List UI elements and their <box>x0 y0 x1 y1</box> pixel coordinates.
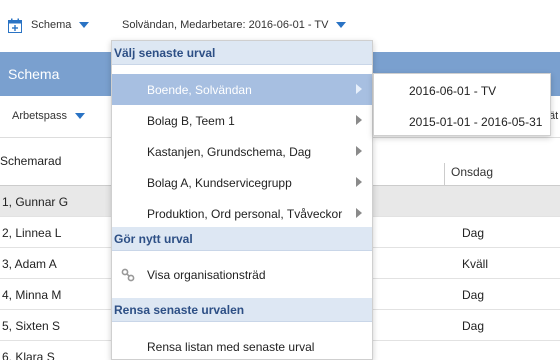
row-name: 3, Adam A <box>2 257 57 271</box>
row-name: 4, Minna M <box>2 288 62 302</box>
chevron-right-icon <box>356 84 362 94</box>
arbetspass-dropdown[interactable]: Arbetspass <box>12 110 86 122</box>
menu-item-label: Bolag B, Teem 1 <box>147 114 235 128</box>
column-divider <box>444 163 445 185</box>
row-name: 5, Sixten S <box>2 319 61 333</box>
row-onsdag: Kväll <box>462 257 489 271</box>
menu-item-recent[interactable]: Bolag B, Teem 1 <box>112 105 372 136</box>
chevron-down-icon <box>79 22 90 29</box>
date-submenu: 2016-06-01 - TV 2015-01-01 - 2016-05-31 <box>373 73 551 136</box>
selection-menu: Välj senaste urval Boende, Solvändan Bol… <box>111 40 373 360</box>
menu-item-recent[interactable]: Kastanjen, Grundschema, Dag <box>112 136 372 167</box>
row-name: 2, Linnea L <box>2 226 62 240</box>
schema-dropdown-label: Schema <box>31 19 72 31</box>
column-header-schemarad[interactable]: Schemarad <box>0 154 61 168</box>
column-header-onsdag[interactable]: Onsdag <box>451 165 493 179</box>
section-header-clear: Rensa senaste urvalen <box>112 298 372 322</box>
chevron-right-icon <box>356 146 362 156</box>
section-header-new: Gör nytt urval <box>112 227 372 251</box>
menu-item-label: Rensa listan med senaste urval <box>147 340 315 354</box>
link-icon <box>121 268 135 282</box>
arbetspass-label: Arbetspass <box>12 110 68 122</box>
menu-item-recent[interactable]: Bolag A, Kundservicegrupp <box>112 167 372 198</box>
submenu-item-label: 2016-06-01 - TV <box>409 84 497 98</box>
row-name: 6, Klara S <box>2 350 55 360</box>
row-onsdag: Dag <box>462 288 485 302</box>
menu-item-recent[interactable]: Boende, Solvändan <box>112 74 372 105</box>
menu-item-label: Kastanjen, Grundschema, Dag <box>147 145 312 159</box>
chevron-down-icon <box>336 22 347 29</box>
page-title: Schema <box>8 66 60 82</box>
menu-item-label: Visa organisationsträd <box>147 268 266 282</box>
submenu-item-label: 2015-01-01 - 2016-05-31 <box>409 115 543 129</box>
row-name: 1, Gunnar G <box>2 195 69 209</box>
show-org-tree-item[interactable]: Visa organisationsträd <box>112 259 372 290</box>
menu-item-label: Boende, Solvändan <box>147 83 252 97</box>
selection-dropdown-label: Solvändan, Medarbetare: 2016-06-01 - TV <box>122 19 329 31</box>
menu-item-label: Produktion, Ord personal, Tvåveckor <box>147 207 343 221</box>
submenu-item[interactable]: 2016-06-01 - TV <box>374 74 550 105</box>
row-onsdag: Dag <box>462 226 485 240</box>
schema-dropdown[interactable]: Schema <box>31 19 90 31</box>
chevron-right-icon <box>356 115 362 125</box>
section-header-recent: Välj senaste urval <box>112 41 372 65</box>
menu-item-recent[interactable]: Produktion, Ord personal, Tvåveckor <box>112 198 372 229</box>
chevron-down-icon <box>75 113 86 120</box>
chevron-right-icon <box>356 177 362 187</box>
submenu-item[interactable]: 2015-01-01 - 2016-05-31 <box>374 105 550 136</box>
calendar-add-icon[interactable] <box>8 18 22 33</box>
chevron-right-icon <box>356 208 362 218</box>
row-onsdag: Dag <box>462 319 485 333</box>
clear-recent-item[interactable]: Rensa listan med senaste urval <box>112 331 372 360</box>
menu-item-label: Bolag A, Kundservicegrupp <box>147 176 292 190</box>
selection-dropdown[interactable]: Solvändan, Medarbetare: 2016-06-01 - TV <box>122 19 347 31</box>
